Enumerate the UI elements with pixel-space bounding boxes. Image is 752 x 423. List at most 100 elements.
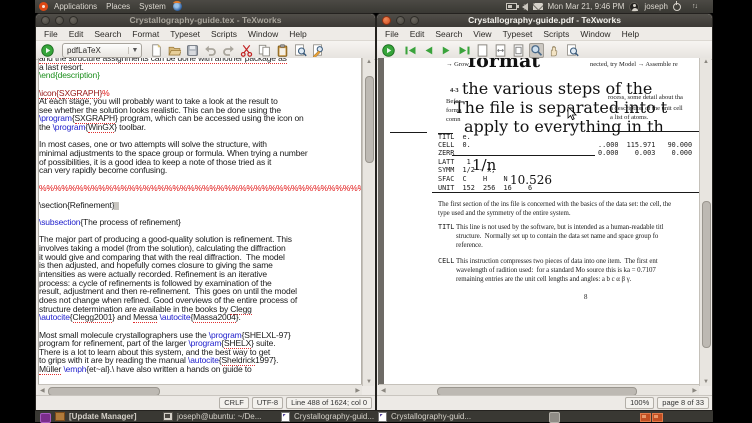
editor-line: \autocite{Clegg2001} and Messa \autocite… [39, 312, 241, 324]
editor-line: can very rapidly become confusing. [39, 165, 168, 176]
pdf-text-fragment: SFAC C H N [438, 175, 508, 183]
editor-menu-edit[interactable]: Edit [69, 29, 84, 39]
status-box: UTF-8 [251, 397, 284, 409]
editor-menu-file[interactable]: File [44, 29, 58, 39]
scrollbar-thumb[interactable] [701, 201, 711, 348]
chevron-down-icon: ▼ [128, 46, 141, 54]
undo-icon[interactable] [203, 43, 218, 58]
mouse-cursor-icon [567, 107, 577, 121]
editor-vertical-scrollbar[interactable]: ▲ ▼ [362, 58, 374, 386]
pdf-menu-window[interactable]: Window [580, 29, 610, 39]
volume-icon[interactable] [521, 2, 528, 11]
editor-menu-format[interactable]: Format [132, 29, 159, 39]
pdf-text-fragment: 8 [584, 294, 588, 301]
pdf-tool-icons [403, 42, 580, 58]
replace-icon[interactable] [311, 43, 326, 58]
update-manager-tray-icon[interactable] [40, 412, 51, 423]
pdf-text-fragment: ..000 115.971 90.000 [598, 141, 693, 149]
user-avatar-icon[interactable] [629, 1, 640, 12]
editor-menu-typeset[interactable]: Typeset [170, 29, 200, 39]
paste-icon[interactable] [275, 43, 290, 58]
pdf-menubar: File Edit Search View Typeset Scripts Window He… [377, 27, 712, 41]
actual-size-icon[interactable] [475, 43, 490, 58]
prev-page-icon[interactable] [421, 43, 436, 58]
pdf-vertical-scrollbar[interactable]: ▲ ▼ [699, 58, 711, 386]
pdf-text-fragment: 1/n [472, 156, 497, 174]
pdf-text-fragment: comn [446, 116, 461, 123]
taskbar-item[interactable]: Crystallography-guid... [378, 411, 471, 422]
next-page-icon[interactable] [439, 43, 454, 58]
pdf-text-fragment: reference. [456, 242, 483, 249]
scrollbar-thumb[interactable] [364, 76, 374, 163]
fit-width-icon[interactable] [493, 43, 508, 58]
username[interactable]: joseph [644, 2, 668, 11]
pdf-view[interactable]: → Grow t format nected, try Model → Assemb… [378, 58, 699, 385]
taskbar-item[interactable]: [Update Manager] [55, 412, 137, 421]
pdf-titlebar[interactable]: Crystallography-guide.pdf - TeXworks [377, 14, 712, 27]
panel-menu-places[interactable]: Places [106, 2, 130, 11]
engine-selector[interactable]: pdfLaTeX ▼ [62, 42, 142, 58]
pdf-text-fragment: nected, try Model → Assemble re [590, 61, 678, 68]
find-icon[interactable] [565, 43, 580, 58]
pdf-menu-search[interactable]: Search [435, 29, 462, 39]
workspace-switcher-icon[interactable] [640, 413, 651, 422]
redo-icon[interactable] [221, 43, 236, 58]
taskbar-item-label: joseph@ubuntu: ~/De... [177, 412, 262, 421]
editor-menu-window[interactable]: Window [248, 29, 278, 39]
battery-icon[interactable] [505, 3, 519, 10]
typeset-button[interactable] [40, 43, 55, 58]
application-tray-icon[interactable] [549, 412, 560, 423]
cut-icon[interactable] [239, 43, 254, 58]
desktop: Applications Places System Mon Mar 21, 9:4… [0, 0, 752, 423]
workspace-switcher-icon[interactable] [652, 413, 663, 422]
editor-menu-scripts[interactable]: Scripts [211, 29, 237, 39]
editor-line: \section{Refinement} [39, 200, 361, 210]
top-panel: Applications Places System Mon Mar 21, 9:4… [35, 0, 713, 13]
pdf-menu-view[interactable]: View [473, 29, 491, 39]
texworks-doc-icon [281, 411, 290, 422]
panel-menu-system[interactable]: System [139, 2, 166, 11]
pdf-window-title: Crystallography-guide.pdf - TeXworks [468, 15, 621, 25]
engine-selector-value: pdfLaTeX [67, 45, 101, 55]
pdf-menu-typeset[interactable]: Typeset [503, 29, 533, 39]
pdf-text-fragment: The first section of the ins file is con… [438, 201, 672, 208]
pdf-text-fragment: a list of atoms. [610, 114, 649, 121]
panel-menu-applications[interactable]: Applications [54, 2, 97, 11]
status-box: page 8 of 33 [657, 397, 709, 409]
editor-menu-search[interactable]: Search [94, 29, 121, 39]
pdf-menu-scripts[interactable]: Scripts [543, 29, 569, 39]
pdf-menu-file[interactable]: File [385, 29, 399, 39]
magnify-icon[interactable] [529, 42, 544, 58]
pdf-text-fragment: forma [446, 107, 462, 114]
pdf-rule [432, 192, 699, 193]
hand-icon[interactable] [547, 43, 562, 58]
pdf-menu-edit[interactable]: Edit [410, 29, 425, 39]
pdf-rule [390, 132, 427, 133]
editor-line: %%%%%%%%%%%%%%%%%%%%%%%%%%%%%%%%%%%%%%%%… [39, 182, 361, 193]
mail-icon[interactable] [532, 3, 543, 10]
power-icon[interactable] [673, 1, 681, 11]
copy-icon[interactable] [257, 43, 272, 58]
editor-line: \subsection{The process of refinement} [39, 217, 181, 228]
ubuntu-logo-icon[interactable] [39, 2, 48, 11]
pdf-menu-help[interactable]: Help [622, 29, 639, 39]
find-icon[interactable] [293, 43, 308, 58]
new-icon[interactable] [149, 43, 164, 58]
first-page-icon[interactable] [403, 43, 418, 58]
last-page-icon[interactable] [457, 43, 472, 58]
open-icon[interactable] [167, 43, 182, 58]
editor-titlebar[interactable]: Crystallography-guide.tex - TeXworks [36, 14, 375, 27]
taskbar-item[interactable]: joseph@ubuntu: ~/De... [163, 412, 261, 421]
taskbar-item[interactable]: Crystallography-guid... [281, 411, 374, 422]
firefox-icon[interactable] [172, 1, 182, 11]
save-icon[interactable] [185, 43, 200, 58]
fit-window-icon[interactable] [511, 43, 526, 58]
pdf-text-fragment: a description of the unit cell [610, 105, 683, 112]
clock[interactable]: Mon Mar 21, 9:46 PM [548, 2, 625, 11]
editor-menu-help[interactable]: Help [289, 29, 306, 39]
network-arrows-icon[interactable]: ↑↓ [692, 3, 698, 10]
typeset-button[interactable] [381, 43, 396, 58]
status-box: Line 488 of 1624; col 0 [286, 397, 372, 409]
status-box: 100% [625, 397, 655, 409]
editor-text-area[interactable]: and the structure assignments can be don… [39, 58, 361, 385]
